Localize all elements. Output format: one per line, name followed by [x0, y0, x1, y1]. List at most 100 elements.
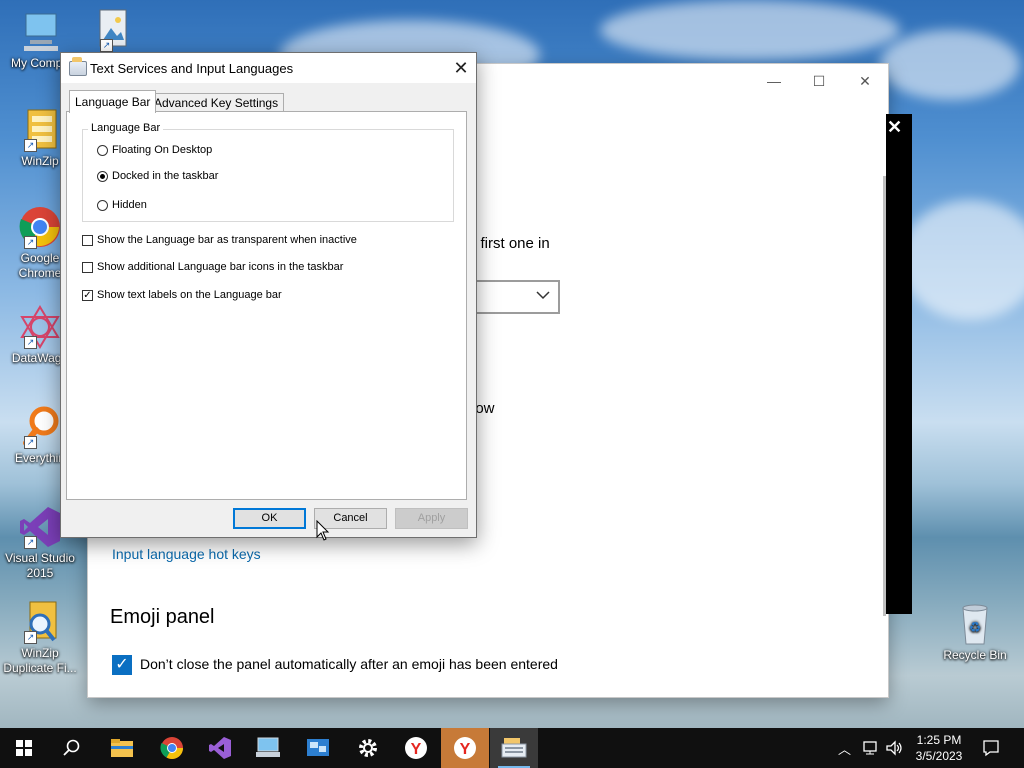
- svg-text:♻: ♻: [969, 620, 982, 636]
- radio-floating-on-desktop[interactable]: Floating On Desktop: [97, 144, 212, 156]
- folder-icon: [111, 739, 133, 757]
- dialog-title: Text Services and Input Languages: [90, 61, 294, 76]
- ok-button[interactable]: OK: [233, 508, 306, 529]
- visual-studio-icon: ↗: [18, 505, 62, 549]
- emoji-panel-heading: Emoji panel: [110, 606, 215, 628]
- shortcut-arrow-icon: ↗: [24, 336, 37, 349]
- clock-time: 1:25 PM: [916, 733, 962, 747]
- radio-docked-in-taskbar[interactable]: Docked in the taskbar: [97, 170, 218, 182]
- taskbar-app-remote[interactable]: [294, 728, 342, 768]
- windows-logo-icon: [16, 740, 32, 756]
- language-bar-group: Language Bar Floating On Desktop Docked …: [82, 122, 454, 222]
- mouse-cursor-icon: [316, 520, 330, 541]
- close-button[interactable]: ✕: [842, 70, 888, 92]
- taskbar-app-computer[interactable]: [244, 728, 292, 768]
- search-icon: [63, 739, 80, 756]
- emoji-panel-checkbox-label: Don’t close the panel automatically afte…: [140, 656, 558, 672]
- monitor-icon: [18, 10, 62, 54]
- tab-language-bar[interactable]: Language Bar: [69, 90, 157, 113]
- desktop-icon-label: Visual Studio 2015: [5, 551, 75, 580]
- dialog-close-button[interactable]: ✕: [446, 53, 476, 83]
- taskbar-visual-studio[interactable]: [196, 728, 244, 768]
- taskbar-yandex-active[interactable]: Y: [441, 728, 489, 768]
- desktop-icon-label: WinZip Duplicate Fi...: [3, 646, 77, 675]
- desktop-icon-label: Google Chrome: [18, 251, 62, 280]
- cloud: [600, 0, 900, 60]
- input-language-hotkeys-link[interactable]: Input language hot keys: [112, 546, 261, 562]
- recycle-bin-icon: ♻: [953, 602, 997, 646]
- taskbar-chrome[interactable]: [148, 728, 196, 768]
- chevron-down-icon: [536, 291, 550, 300]
- action-center-button[interactable]: [982, 728, 1000, 768]
- checkbox-transparent-when-inactive[interactable]: Show the Language bar as transparent whe…: [82, 234, 357, 246]
- radio-label: Docked in the taskbar: [112, 170, 219, 182]
- chrome-icon: ↗: [18, 205, 62, 249]
- text-services-dialog: Text Services and Input Languages ✕ Lang…: [60, 52, 477, 538]
- shortcut-arrow-icon: ↗: [24, 139, 37, 152]
- checkbox-label: Show text labels on the Language bar: [97, 289, 282, 301]
- checkbox-box: [82, 234, 93, 246]
- checkbox-box: [82, 261, 93, 273]
- shortcut-arrow-icon: ↗: [24, 436, 37, 449]
- network-button[interactable]: [862, 728, 880, 768]
- desktop-icon-label: WinZip: [21, 154, 59, 168]
- desktop-icon-label: Recycle Bin: [943, 648, 1007, 662]
- desktop-icon-winzip-duplicate[interactable]: ↗ WinZip Duplicate Fi...: [0, 600, 80, 676]
- computer-icon: [256, 737, 280, 757]
- chrome-icon: [160, 737, 183, 759]
- picture-icon: ↗: [86, 8, 130, 52]
- language-dropdown[interactable]: [472, 280, 560, 314]
- side-panel: ✕: [886, 114, 912, 614]
- desktop-icon-recycle-bin[interactable]: ♻ Recycle Bin: [935, 602, 1015, 663]
- taskbar-text-services[interactable]: [490, 728, 538, 768]
- apply-button[interactable]: Apply: [395, 508, 468, 529]
- search-button[interactable]: [48, 728, 96, 768]
- close-icon[interactable]: ✕: [887, 117, 902, 138]
- checkmark-icon: ✓: [115, 656, 129, 673]
- group-label: Language Bar: [88, 122, 164, 134]
- svg-text:Y: Y: [411, 741, 422, 758]
- start-button[interactable]: [0, 728, 48, 768]
- taskbar-file-explorer[interactable]: [98, 728, 146, 768]
- tab-advanced-key-settings[interactable]: Advanced Key Settings: [148, 93, 285, 112]
- desktop-icon-image[interactable]: ↗: [78, 8, 138, 54]
- radio-label: Floating On Desktop: [112, 144, 213, 156]
- volume-button[interactable]: [885, 728, 903, 768]
- winzip-duplicate-icon: ↗: [18, 600, 62, 644]
- magnifier-icon: ↗: [18, 405, 62, 449]
- keyboard-icon: [69, 57, 87, 76]
- settings-partial-text: e first one in: [468, 235, 550, 252]
- radio-hidden[interactable]: Hidden: [97, 199, 147, 211]
- checkbox-label: Show the Language bar as transparent whe…: [97, 234, 357, 246]
- svg-text:Y: Y: [460, 741, 471, 758]
- emoji-panel-checkbox[interactable]: ✓: [112, 655, 132, 675]
- shortcut-arrow-icon: ↗: [24, 536, 37, 549]
- desktop-icon-label: Everythin: [14, 451, 66, 465]
- checkmark-icon: ✓: [82, 289, 93, 301]
- shortcut-arrow-icon: ↗: [100, 39, 113, 52]
- dialog-title-bar[interactable]: Text Services and Input Languages ✕: [61, 53, 476, 83]
- taskbar-settings[interactable]: [344, 728, 392, 768]
- checkbox-show-text-labels[interactable]: ✓ Show text labels on the Language bar: [82, 289, 282, 301]
- maximize-button[interactable]: ☐: [796, 70, 842, 92]
- clock-date: 3/5/2023: [915, 749, 963, 763]
- yandex-icon: Y: [405, 737, 427, 759]
- minimize-button[interactable]: —: [751, 70, 797, 92]
- taskbar: Y Y ︿ 1:25 PM 3/5/2023: [0, 728, 1024, 768]
- radio-circle: [97, 170, 108, 182]
- speaker-icon: [886, 740, 902, 756]
- checkbox-label: Show additional Language bar icons in th…: [97, 261, 344, 273]
- radio-circle: [97, 144, 108, 156]
- notification-icon: [983, 740, 999, 757]
- winzip-icon: ↗: [18, 108, 62, 152]
- checkbox-additional-icons[interactable]: Show additional Language bar icons in th…: [82, 261, 343, 273]
- network-icon: [863, 741, 877, 755]
- show-hidden-icons-button[interactable]: ︿: [838, 728, 851, 768]
- radio-circle: [97, 199, 108, 211]
- keyboard-icon: [501, 738, 527, 758]
- taskbar-yandex[interactable]: Y: [392, 728, 440, 768]
- shortcut-arrow-icon: ↗: [24, 236, 37, 249]
- tab-page: Language Bar Floating On Desktop Docked …: [66, 111, 467, 500]
- gear-icon: [359, 739, 377, 757]
- clock[interactable]: 1:25 PM 3/5/2023: [908, 732, 970, 764]
